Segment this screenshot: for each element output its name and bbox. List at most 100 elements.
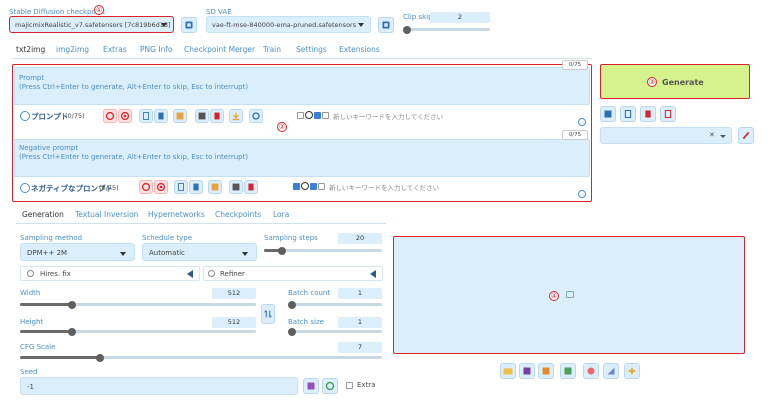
hires-fix-row[interactable]: Hires. fix xyxy=(20,266,200,281)
clip-skip-input[interactable]: 2 xyxy=(430,12,490,23)
upscale-button[interactable] xyxy=(624,363,640,379)
paste-button[interactable] xyxy=(189,180,203,194)
slider-thumb[interactable] xyxy=(403,26,412,34)
prompt-textarea[interactable]: Prompt (Press Ctrl+Enter to generate, Al… xyxy=(14,67,590,105)
sampling-steps-input[interactable]: 20 xyxy=(338,233,382,244)
negative-keyword-input[interactable]: 新しいキーワードを入力してください xyxy=(329,182,439,192)
send-to-inpaint-button[interactable] xyxy=(583,363,599,379)
option-checkbox-1[interactable] xyxy=(293,183,300,190)
vae-select[interactable]: vae-ft-mse-840000-ema-pruned.safetensors xyxy=(206,16,371,33)
paste-button[interactable] xyxy=(154,109,168,123)
send-to-extras-button[interactable] xyxy=(603,363,619,379)
option-checkbox-1[interactable] xyxy=(297,112,304,119)
cfg-scale-input[interactable]: 7 xyxy=(338,342,382,353)
expand-icon[interactable] xyxy=(578,190,586,198)
schedule-type-select[interactable]: Automatic xyxy=(142,243,257,261)
save-button[interactable] xyxy=(519,363,535,379)
clear-history-button[interactable] xyxy=(139,180,153,194)
send-to-img2img-button[interactable] xyxy=(560,363,576,379)
refresh-checkpoint-button[interactable] xyxy=(181,17,197,33)
option-checkbox-2[interactable] xyxy=(310,183,317,190)
delete-button[interactable] xyxy=(244,180,258,194)
collapse-arrow-icon[interactable] xyxy=(187,270,193,278)
option-checkbox-3[interactable] xyxy=(318,183,325,190)
extra-seed-checkbox[interactable] xyxy=(346,382,353,389)
negative-prompt-textarea[interactable]: Negative prompt (Press Ctrl+Enter to gen… xyxy=(14,139,590,177)
zip-button[interactable] xyxy=(538,363,554,379)
slider-thumb[interactable] xyxy=(277,247,286,255)
tab-generation[interactable]: Generation xyxy=(22,210,64,219)
tab-settings[interactable]: Settings xyxy=(296,45,327,54)
style-copy-button[interactable] xyxy=(620,106,636,122)
height-slider[interactable] xyxy=(20,328,256,336)
extra-settings-button[interactable] xyxy=(249,109,263,123)
tab-checkpoints[interactable]: Checkpoints xyxy=(215,210,261,219)
refiner-row[interactable]: Refiner xyxy=(203,266,383,281)
swap-dimensions-button[interactable] xyxy=(261,304,275,324)
refresh-vae-button[interactable] xyxy=(378,17,394,33)
collapse-icon[interactable] xyxy=(20,183,30,193)
translate-button[interactable] xyxy=(208,180,222,194)
open-folder-button[interactable] xyxy=(500,363,516,379)
tab-lora[interactable]: Lora xyxy=(273,210,289,219)
hires-fix-checkbox[interactable] xyxy=(27,270,34,277)
batch-count-input[interactable]: 1 xyxy=(338,288,382,299)
clear-history-button[interactable] xyxy=(103,109,117,123)
history-button[interactable] xyxy=(229,180,243,194)
option-checkbox-2[interactable] xyxy=(314,112,321,119)
clear-icon[interactable]: ✕ xyxy=(709,131,715,139)
width-input[interactable]: 512 xyxy=(212,288,256,299)
slider-thumb[interactable] xyxy=(67,328,76,336)
delete-button[interactable] xyxy=(210,109,224,123)
tab-train[interactable]: Train xyxy=(263,45,281,54)
cfg-scale-slider[interactable] xyxy=(20,354,382,362)
checkpoint-select[interactable]: majicmixRealistic_v7.safetensors [7c819b… xyxy=(9,16,174,33)
sampling-method-select[interactable]: DPM++ 2M xyxy=(20,243,135,261)
reuse-seed-button[interactable] xyxy=(322,378,338,394)
width-slider[interactable] xyxy=(20,301,256,309)
slider-thumb[interactable] xyxy=(288,301,296,309)
tab-textual-inversion[interactable]: Textual Inversion xyxy=(75,210,138,219)
chevron-down-icon xyxy=(358,23,364,27)
copy-button[interactable] xyxy=(174,180,188,194)
batch-size-input[interactable]: 1 xyxy=(338,317,382,328)
collapse-arrow-icon[interactable] xyxy=(370,270,376,278)
tab-extras[interactable]: Extras xyxy=(103,45,127,54)
translate-icon xyxy=(176,112,184,120)
style-clipboard-button[interactable] xyxy=(660,106,676,122)
seed-input[interactable]: -1 xyxy=(20,377,298,395)
random-seed-button[interactable] xyxy=(303,378,319,394)
tab-extensions[interactable]: Extensions xyxy=(339,45,380,54)
clip-skip-slider[interactable] xyxy=(403,26,490,34)
batch-count-label: Batch count xyxy=(288,289,331,297)
settings-button[interactable] xyxy=(154,180,168,194)
copy-button[interactable] xyxy=(139,109,153,123)
history-button[interactable] xyxy=(195,109,209,123)
style-apply-button[interactable] xyxy=(600,106,616,122)
tab-txt2img[interactable]: txt2img xyxy=(16,45,45,54)
height-input[interactable]: 512 xyxy=(212,317,256,328)
batch-size-slider[interactable] xyxy=(288,328,382,336)
tab-hypernetworks[interactable]: Hypernetworks xyxy=(148,210,205,219)
expand-icon[interactable] xyxy=(578,118,586,126)
styles-select[interactable]: ✕ xyxy=(600,127,732,144)
collapse-icon[interactable] xyxy=(20,111,30,121)
settings-button[interactable] xyxy=(118,109,132,123)
slider-thumb[interactable] xyxy=(288,328,296,336)
tab-png-info[interactable]: PNG Info xyxy=(140,45,173,54)
batch-count-slider[interactable] xyxy=(288,301,382,309)
style-delete-button[interactable] xyxy=(640,106,656,122)
tab-checkpoint-merger[interactable]: Checkpoint Merger xyxy=(184,45,255,54)
slider-thumb[interactable] xyxy=(67,301,76,309)
option-checkbox-3[interactable] xyxy=(322,112,329,119)
tab-img2img[interactable]: img2img xyxy=(56,45,89,54)
prompt-keyword-input[interactable]: 新しいキーワードを入力してください xyxy=(333,111,443,121)
refiner-checkbox[interactable] xyxy=(208,270,215,277)
translate-button[interactable] xyxy=(173,109,187,123)
download-button[interactable] xyxy=(229,109,243,123)
edit-styles-button[interactable] xyxy=(738,127,754,144)
seed-value: -1 xyxy=(27,383,34,391)
generate-button[interactable]: Generate xyxy=(600,64,750,99)
slider-thumb[interactable] xyxy=(95,354,104,362)
sampling-steps-slider[interactable] xyxy=(264,247,382,255)
